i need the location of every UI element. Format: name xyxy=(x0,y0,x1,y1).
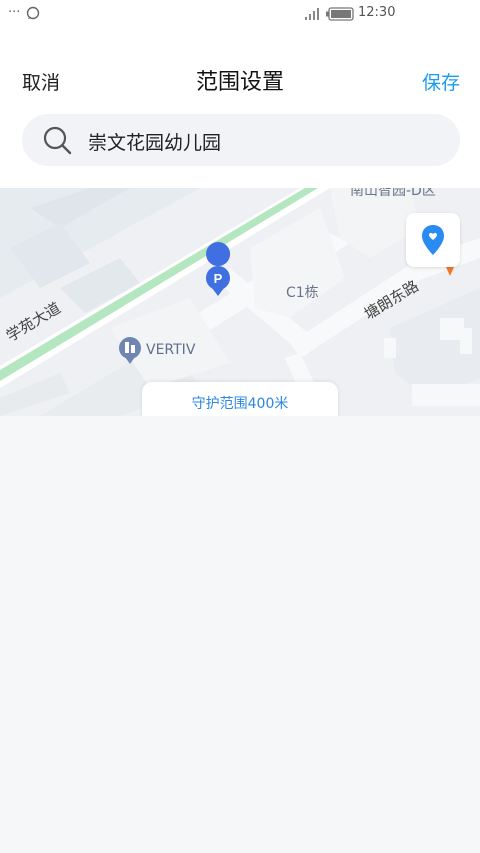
signal-icon xyxy=(305,8,319,20)
status-left: ··· xyxy=(8,5,40,20)
status-bar: ··· 12:30 xyxy=(0,0,480,28)
locate-button[interactable] xyxy=(406,213,460,267)
save-button[interactable]: 保存 xyxy=(422,68,460,95)
page-title: 范围设置 xyxy=(195,70,284,95)
poi-label-vertiv: VERTIV xyxy=(146,342,196,358)
search-value: 崇文花园幼儿园 xyxy=(88,132,222,154)
search-input[interactable]: 崇文花园幼儿园 xyxy=(22,114,460,166)
location-pin-icon xyxy=(422,225,444,255)
message-bubble-icon xyxy=(27,6,40,19)
svg-text:P: P xyxy=(214,271,223,286)
header: 取消 范围设置 保存 崇文花园幼儿园 xyxy=(0,28,480,200)
status-time: 12:30 xyxy=(358,5,396,20)
range-label: 守护范围400米 xyxy=(142,382,338,420)
more-dots-icon: ··· xyxy=(8,5,21,20)
poi-label-top: 南山智园-D区 xyxy=(350,188,436,199)
content-area xyxy=(0,416,480,853)
search-icon xyxy=(43,126,72,155)
battery-icon xyxy=(326,7,354,21)
building-label-c1: C1栋 xyxy=(286,285,319,301)
